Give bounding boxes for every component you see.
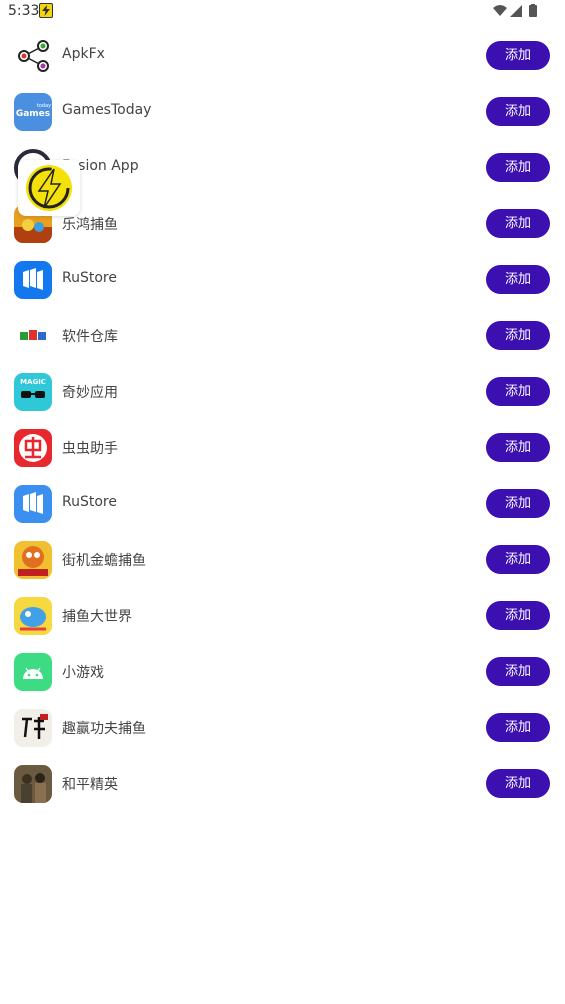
list-item: RuStore 添加 bbox=[0, 476, 565, 532]
app-name: ApkFx bbox=[62, 46, 105, 62]
flash-notification-icon bbox=[39, 3, 53, 18]
app-name: 和平精英 bbox=[62, 777, 118, 793]
add-button[interactable]: 添加 bbox=[486, 97, 550, 126]
add-button[interactable]: 添加 bbox=[486, 265, 550, 294]
app-name: 趣赢功夫捕鱼 bbox=[62, 721, 146, 737]
add-button[interactable]: 添加 bbox=[486, 489, 550, 518]
app-name: 乐鸿捕鱼 bbox=[62, 217, 118, 233]
app-name: RuStore bbox=[62, 270, 117, 286]
signal-icon bbox=[510, 5, 522, 17]
apkfx-share-icon bbox=[14, 37, 52, 75]
svg-text:today: today bbox=[37, 103, 51, 109]
wifi-icon bbox=[493, 5, 507, 16]
app-name: 小游戏 bbox=[62, 665, 104, 681]
add-button[interactable]: 添加 bbox=[486, 321, 550, 350]
android-icon bbox=[14, 653, 52, 691]
lightning-bolt-icon bbox=[26, 165, 72, 211]
rustore-icon bbox=[14, 261, 52, 299]
add-button[interactable]: 添加 bbox=[486, 41, 550, 70]
list-item: MAGIC 奇妙应用 添加 bbox=[0, 364, 565, 420]
list-item: 捕鱼大世界 添加 bbox=[0, 588, 565, 644]
list-item: 虫虫助手 添加 bbox=[0, 420, 565, 476]
list-item: 乐鸿捕鱼 添加 bbox=[0, 196, 565, 252]
add-button[interactable]: 添加 bbox=[486, 657, 550, 686]
list-item: Games today GamesToday 添加 bbox=[0, 84, 565, 140]
floating-lightning-badge[interactable] bbox=[18, 160, 80, 216]
peace-elite-icon bbox=[14, 765, 52, 803]
battery-icon bbox=[529, 5, 537, 17]
list-item: Fusion App 添加 bbox=[0, 140, 565, 196]
rustore-icon bbox=[14, 485, 52, 523]
app-name: 捕鱼大世界 bbox=[62, 609, 132, 625]
software-repo-icon bbox=[14, 317, 52, 355]
list-item: 趣赢功夫捕鱼 添加 bbox=[0, 700, 565, 756]
list-item: 和平精英 添加 bbox=[0, 756, 565, 812]
add-button[interactable]: 添加 bbox=[486, 209, 550, 238]
add-button[interactable]: 添加 bbox=[486, 433, 550, 462]
magic-app-icon: MAGIC bbox=[14, 373, 52, 411]
add-button[interactable]: 添加 bbox=[486, 153, 550, 182]
add-button[interactable]: 添加 bbox=[486, 713, 550, 742]
add-button[interactable]: 添加 bbox=[486, 601, 550, 630]
list-item: 软件仓库 添加 bbox=[0, 308, 565, 364]
app-name: GamesToday bbox=[62, 102, 152, 118]
kungfu-fishing-icon bbox=[14, 709, 52, 747]
add-button[interactable]: 添加 bbox=[486, 545, 550, 574]
add-button[interactable]: 添加 bbox=[486, 769, 550, 798]
svg-text:MAGIC: MAGIC bbox=[20, 378, 46, 386]
app-name: 奇妙应用 bbox=[62, 385, 118, 401]
arcade-fishing-icon bbox=[14, 541, 52, 579]
app-name: 软件仓库 bbox=[62, 329, 118, 345]
status-icons bbox=[493, 4, 537, 17]
app-name: 虫虫助手 bbox=[62, 441, 118, 457]
list-item: 街机金蟾捕鱼 添加 bbox=[0, 532, 565, 588]
fishing-world-icon bbox=[14, 597, 52, 635]
svg-text:Games: Games bbox=[16, 109, 50, 119]
list-item: 小游戏 添加 bbox=[0, 644, 565, 700]
chongchong-icon bbox=[14, 429, 52, 467]
gamestoday-icon: Games today bbox=[14, 93, 52, 131]
list-item: ApkFx 添加 bbox=[0, 28, 565, 84]
app-name: RuStore bbox=[62, 494, 117, 510]
status-time: 5:33 bbox=[8, 3, 40, 19]
list-item: RuStore 添加 bbox=[0, 252, 565, 308]
app-name: 街机金蟾捕鱼 bbox=[62, 553, 146, 569]
status-bar: 5:33 bbox=[0, 0, 565, 24]
add-button[interactable]: 添加 bbox=[486, 377, 550, 406]
